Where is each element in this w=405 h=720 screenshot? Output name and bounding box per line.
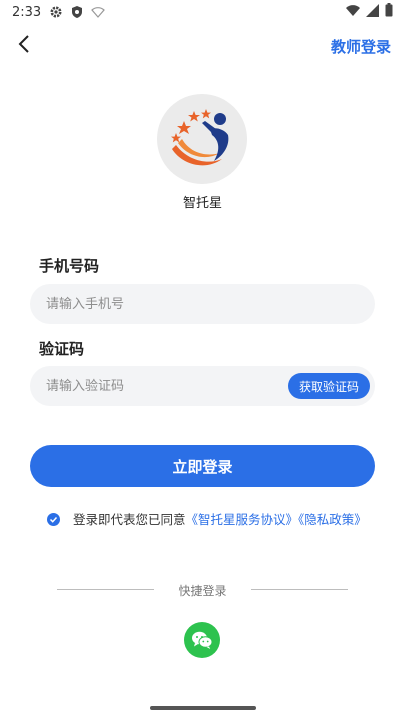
code-label: 验证码 bbox=[39, 340, 85, 358]
agreement-checkbox[interactable] bbox=[47, 513, 60, 526]
quick-login-label: 快捷登录 bbox=[178, 584, 227, 598]
code-field[interactable]: 获取验证码 bbox=[30, 366, 375, 406]
wechat-icon bbox=[192, 631, 213, 649]
status-bar: 2:33 bbox=[0, 0, 405, 24]
agreement: 登录即代表您已同意《智托星服务协议》《隐私政策》 bbox=[47, 510, 367, 529]
divider-right bbox=[251, 589, 348, 590]
shield-icon bbox=[70, 5, 84, 19]
gear-icon bbox=[49, 5, 63, 19]
agreement-prefix: 登录即代表您已同意 bbox=[73, 512, 186, 527]
signal-icon bbox=[366, 3, 379, 21]
status-time: 2:33 bbox=[12, 4, 42, 20]
battery-icon bbox=[385, 3, 393, 21]
service-agreement-link[interactable]: 《智托星服务协议》 bbox=[186, 512, 299, 527]
get-code-button[interactable]: 获取验证码 bbox=[288, 373, 370, 399]
wechat-login-button[interactable] bbox=[184, 622, 220, 658]
check-icon bbox=[49, 516, 58, 523]
app-logo bbox=[157, 94, 247, 184]
chevron-left-icon bbox=[18, 35, 30, 57]
login-button[interactable]: 立即登录 bbox=[30, 445, 375, 487]
phone-input[interactable] bbox=[46, 284, 375, 324]
app-name: 智托星 bbox=[182, 196, 222, 211]
home-indicator[interactable] bbox=[150, 706, 256, 710]
login-screen: 2:33 教师登录 智托星 手机号码 请输入手机号 验证码 请输入验证码 获取验… bbox=[0, 0, 405, 720]
logo-graphic bbox=[171, 109, 229, 166]
wifi-icon bbox=[346, 4, 360, 21]
back-button[interactable] bbox=[12, 34, 36, 58]
status-right-icons bbox=[346, 3, 393, 21]
privacy-policy-link[interactable]: 《隐私政策》 bbox=[298, 512, 367, 527]
teacher-login-link[interactable]: 教师登录 bbox=[331, 36, 391, 57]
phone-label: 手机号码 bbox=[39, 257, 100, 275]
agreement-text: 登录即代表您已同意《智托星服务协议》《隐私政策》 bbox=[47, 510, 367, 529]
phone-field[interactable] bbox=[30, 284, 375, 324]
wifi-outline-icon bbox=[91, 5, 106, 19]
